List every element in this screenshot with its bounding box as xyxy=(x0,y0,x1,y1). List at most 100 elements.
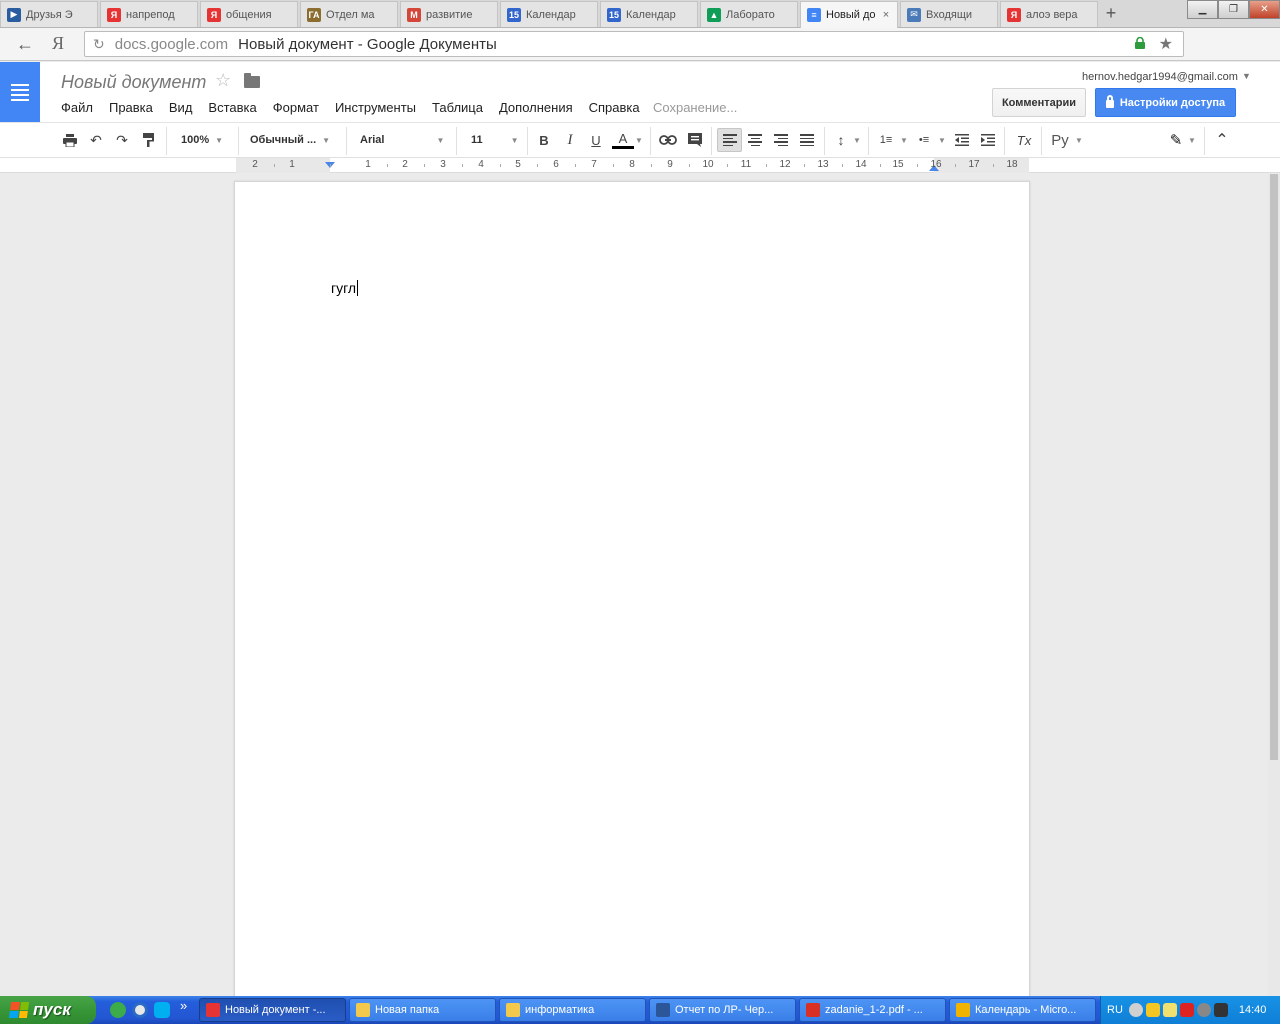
ruler-tick xyxy=(766,164,767,167)
browser-tab[interactable]: 15 Календар xyxy=(600,1,698,27)
pencil-icon[interactable]: ✎ xyxy=(1166,128,1186,152)
document-page[interactable]: гугл xyxy=(234,181,1030,1011)
menu-item[interactable]: Дополнения xyxy=(499,100,573,115)
toolbar-separator xyxy=(650,127,651,155)
print-icon[interactable] xyxy=(60,128,80,152)
bulleted-list-icon[interactable]: •≡ xyxy=(912,128,936,152)
chevron-down-icon[interactable]: ▼ xyxy=(1187,128,1197,152)
taskbar-task[interactable]: Новый документ -... xyxy=(199,998,346,1022)
browser-tab[interactable]: Яобщения xyxy=(200,1,298,27)
bookmark-star-icon[interactable]: ★ xyxy=(1159,34,1173,54)
browser-tab[interactable]: Яалоэ вера xyxy=(1000,1,1098,27)
chevron-down-icon[interactable]: ▼ xyxy=(1074,128,1084,152)
font-size-select[interactable]: 11 ▼ xyxy=(471,128,521,152)
chevron-down-icon[interactable]: ▼ xyxy=(899,128,909,152)
lock-icon xyxy=(1105,95,1114,108)
new-tab-button[interactable]: + xyxy=(1100,4,1122,24)
comments-button[interactable]: Комментарии xyxy=(992,88,1086,117)
taskbar-task[interactable]: информатика xyxy=(499,998,646,1022)
menu-item[interactable]: Вид xyxy=(169,100,193,115)
task-app-icon xyxy=(506,1003,520,1017)
vertical-scrollbar[interactable] xyxy=(1268,174,1280,996)
paragraph-style-select[interactable]: Обычный ... ▼ xyxy=(250,128,335,152)
minimize-button[interactable]: ▁ xyxy=(1187,0,1218,19)
tray-app-icon[interactable] xyxy=(1145,1003,1160,1017)
browser-tab[interactable]: ≡ Новый до × xyxy=(800,1,898,28)
clock[interactable]: 14:40 xyxy=(1239,1004,1267,1016)
clear-formatting-icon[interactable]: Tx xyxy=(1013,128,1035,152)
menu-item[interactable]: Справка xyxy=(589,100,640,115)
tab-close-icon[interactable]: × xyxy=(879,9,893,21)
share-button[interactable]: Настройки доступа xyxy=(1095,88,1236,117)
collapse-chevron-icon[interactable]: ⌃ xyxy=(1212,128,1232,152)
undo-icon[interactable]: ↶ xyxy=(86,128,106,152)
folder-icon[interactable] xyxy=(244,73,260,88)
tray-device-icon[interactable] xyxy=(1213,1003,1228,1017)
reload-icon[interactable]: ↻ xyxy=(93,36,105,53)
taskbar-task[interactable]: Новая папка xyxy=(349,998,496,1022)
menu-item[interactable]: Файл xyxy=(61,100,93,115)
browser-tab[interactable]: Янапрепод xyxy=(100,1,198,27)
paint-format-icon[interactable] xyxy=(139,128,159,152)
address-input[interactable]: ↻ docs.google.com Новый документ - Googl… xyxy=(84,31,1184,57)
close-window-button[interactable]: ✕ xyxy=(1249,0,1280,19)
align-left-button[interactable] xyxy=(717,128,742,152)
browser-tab[interactable]: ГА Отдел ма xyxy=(300,1,398,27)
link-icon[interactable] xyxy=(657,128,679,152)
tray-network-icon[interactable] xyxy=(1196,1003,1211,1017)
docs-home-icon[interactable] xyxy=(0,62,40,122)
quick-launch-more-icon[interactable]: » xyxy=(180,998,187,1013)
utorrent-icon[interactable] xyxy=(110,1002,126,1018)
align-right-button[interactable] xyxy=(771,128,791,152)
document-body[interactable]: гугл xyxy=(331,280,359,296)
comment-icon[interactable] xyxy=(685,128,705,152)
taskbar-task[interactable]: Календарь - Micro... xyxy=(949,998,1096,1022)
task-label: Календарь - Micro... xyxy=(975,1004,1077,1016)
tray-antivirus-icon[interactable] xyxy=(1179,1003,1194,1017)
browser-tab[interactable]: Mразвитие xyxy=(400,1,498,27)
redo-icon[interactable]: ↷ xyxy=(112,128,132,152)
media-player-icon[interactable] xyxy=(132,1002,148,1018)
zoom-select[interactable]: 100% ▼ xyxy=(181,128,231,152)
back-arrow-icon[interactable]: ← xyxy=(16,34,34,55)
restore-button[interactable]: ❐ xyxy=(1218,0,1249,19)
line-spacing-icon[interactable]: ↕ xyxy=(831,128,851,152)
yandex-logo-icon[interactable]: Я xyxy=(52,33,64,54)
menu-item[interactable]: Формат xyxy=(273,100,319,115)
increase-indent-icon[interactable] xyxy=(978,128,998,152)
numbered-list-icon[interactable]: 1≡ xyxy=(874,128,898,152)
browser-tab[interactable]: ▲ Лаборато xyxy=(700,1,798,27)
menu-item[interactable]: Инструменты xyxy=(335,100,416,115)
browser-tab[interactable]: 15 Календар xyxy=(500,1,598,27)
start-button[interactable]: пуск xyxy=(0,996,96,1024)
document-title[interactable]: Новый документ xyxy=(61,72,206,93)
font-family-value: Arial xyxy=(360,134,385,146)
tray-app-icon[interactable] xyxy=(1162,1003,1177,1017)
chevron-down-icon[interactable]: ▼ xyxy=(852,128,862,152)
font-family-select[interactable]: Arial ▼ xyxy=(360,128,445,152)
menu-item[interactable]: Вставка xyxy=(208,100,256,115)
skype-icon[interactable] xyxy=(154,1002,170,1018)
align-center-button[interactable] xyxy=(745,128,765,152)
italic-button[interactable]: I xyxy=(560,128,580,152)
account-email[interactable]: hernov.hedgar1994@gmail.com xyxy=(1082,71,1238,83)
underline-button[interactable]: U xyxy=(586,128,606,152)
language-indicator[interactable]: RU xyxy=(1107,1004,1123,1016)
tray-arrow-icon[interactable] xyxy=(1128,1003,1143,1017)
taskbar-task[interactable]: Отчет по ЛР- Чер... xyxy=(649,998,796,1022)
decrease-indent-icon[interactable] xyxy=(952,128,972,152)
chevron-down-icon[interactable]: ▼ xyxy=(634,128,644,152)
input-tools-button[interactable]: Ру xyxy=(1049,128,1071,152)
scrollbar-thumb[interactable] xyxy=(1270,174,1278,760)
account-caret-icon[interactable]: ▼ xyxy=(1242,71,1251,81)
menu-item[interactable]: Правка xyxy=(109,100,153,115)
star-icon[interactable]: ☆ xyxy=(215,70,231,91)
align-justify-button[interactable] xyxy=(797,128,817,152)
browser-tab[interactable]: ✉ Входящи xyxy=(900,1,998,27)
chevron-down-icon[interactable]: ▼ xyxy=(937,128,947,152)
bold-button[interactable]: B xyxy=(534,128,554,152)
menu-item[interactable]: Таблица xyxy=(432,100,483,115)
text-color-button[interactable]: A xyxy=(610,128,636,152)
taskbar-task[interactable]: zadanie_1-2.pdf - ... xyxy=(799,998,946,1022)
browser-tab[interactable]: ▶ Друзья Э xyxy=(0,1,98,27)
